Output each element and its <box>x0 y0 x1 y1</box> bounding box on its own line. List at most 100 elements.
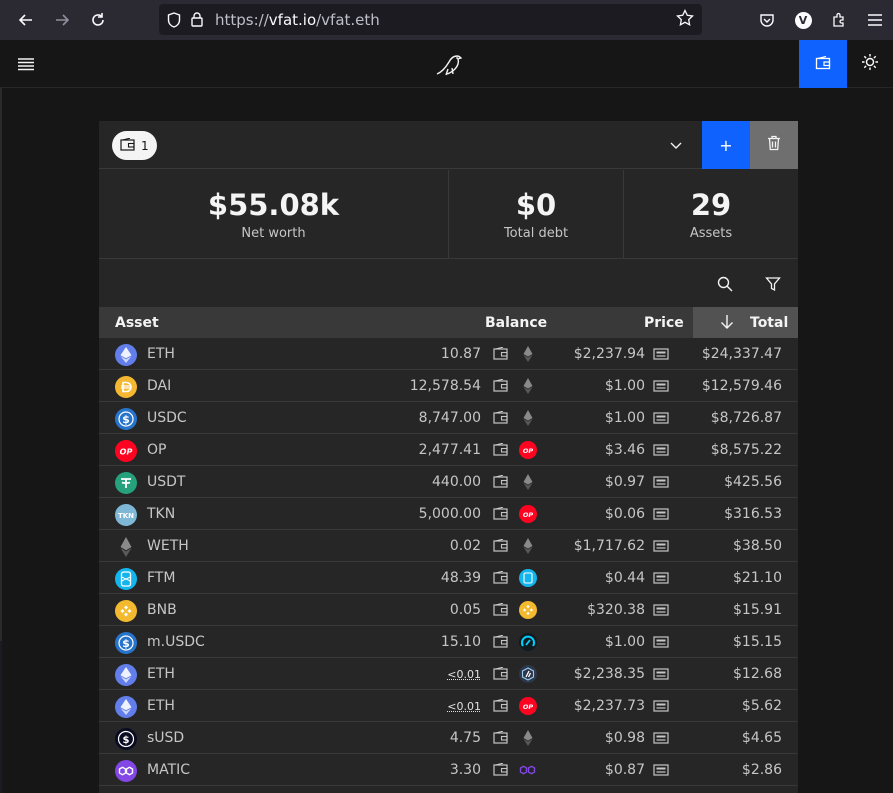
hamburger-menu-icon[interactable] <box>16 54 36 74</box>
wallet-icon <box>493 762 508 780</box>
arb-chain-icon <box>519 665 537 683</box>
asset-balance: 5,000.00 <box>418 506 481 522</box>
bookmark-star-icon[interactable] <box>676 8 694 31</box>
asset-total: $12,579.46 <box>701 378 782 394</box>
asset-symbol[interactable]: TKN <box>147 506 175 522</box>
asset-symbol[interactable]: DAI <box>147 378 171 394</box>
asset-balance[interactable]: <0.01 <box>447 700 481 713</box>
profile-avatar[interactable]: V <box>785 2 821 38</box>
table-header: Asset Balance Price Total <box>99 307 798 338</box>
table-row[interactable]: $ USDC 8,747.00 $1.00 $8,726.87 <box>99 402 798 434</box>
wallet-icon <box>493 730 508 748</box>
back-arrow-icon[interactable] <box>8 2 44 38</box>
eth-chain-icon <box>519 345 537 363</box>
asset-price: $3.46 <box>604 442 645 458</box>
asset-symbol[interactable]: ETH <box>147 346 175 362</box>
stat-assets: 29 Assets <box>624 170 798 258</box>
cash-icon <box>653 764 669 780</box>
assets-value: 29 <box>690 187 732 222</box>
wallet-panel-button[interactable] <box>799 40 847 88</box>
header-balance[interactable]: Balance <box>485 315 547 331</box>
table-row[interactable]: BNB 0.05 $320.38 $15.91 <box>99 594 798 626</box>
header-total-sorted[interactable]: Total <box>693 307 798 338</box>
left-edge <box>0 88 2 641</box>
svg-text:OP: OP <box>120 448 133 457</box>
header-total: Total <box>750 315 789 331</box>
filter-icon[interactable] <box>759 270 787 298</box>
wallet-chip[interactable]: 1 <box>112 131 157 160</box>
susd-token-icon: $ <box>115 728 137 750</box>
svg-text:OP: OP <box>523 447 534 454</box>
delete-wallet-button[interactable] <box>750 121 798 169</box>
asset-balance[interactable]: <0.01 <box>447 668 481 681</box>
url-domain: vfat.io <box>268 10 317 29</box>
tkn-token-icon: TKN <box>115 504 137 526</box>
table-row[interactable]: ETH 10.87 $2,237.94 $24,337.47 <box>99 338 798 370</box>
table-row[interactable]: $ m.USDC 15.10 $1.00 $15.15 <box>99 626 798 658</box>
asset-balance: 0.02 <box>449 538 481 554</box>
eth-chain-icon <box>519 537 537 555</box>
sun-icon <box>861 53 879 75</box>
asset-price: $0.97 <box>604 474 645 490</box>
app-header <box>0 40 893 88</box>
svg-text:$: $ <box>122 637 130 650</box>
theme-toggle-button[interactable] <box>847 40 893 88</box>
asset-symbol[interactable]: ETH <box>147 666 175 682</box>
profile-initial: V <box>794 11 812 29</box>
weth-token-icon <box>115 536 137 558</box>
url-bar[interactable]: https://vfat.io/vfat.eth <box>159 4 702 35</box>
extensions-icon[interactable] <box>821 2 857 38</box>
table-row[interactable]: WETH 0.02 $1,717.62 $38.50 <box>99 530 798 562</box>
lock-icon[interactable] <box>191 12 203 27</box>
table-row[interactable]: ETH <0.01 $2,238.35 $12.68 <box>99 658 798 690</box>
asset-balance: 2,477.41 <box>418 442 481 458</box>
url-scheme: https:// <box>215 10 269 29</box>
chevron-down-icon[interactable] <box>669 137 683 156</box>
asset-symbol[interactable]: WETH <box>147 538 189 554</box>
eth-token-icon <box>115 696 137 718</box>
table-row[interactable]: ETH <0.01 OP $2,237.73 $5.62 <box>99 690 798 722</box>
matic-token-icon <box>115 760 137 782</box>
browser-menu-icon[interactable] <box>857 2 893 38</box>
asset-symbol[interactable]: m.USDC <box>147 634 205 650</box>
header-asset[interactable]: Asset <box>115 315 159 331</box>
asset-symbol[interactable]: USDT <box>147 474 185 490</box>
reload-icon[interactable] <box>80 2 116 38</box>
asset-symbol[interactable]: sUSD <box>147 730 184 746</box>
metis-chain-icon <box>519 633 537 651</box>
asset-symbol[interactable]: ETH <box>147 698 175 714</box>
add-wallet-button[interactable]: + <box>702 121 750 169</box>
table-row[interactable]: FTM 48.39 $0.44 $21.10 <box>99 562 798 594</box>
svg-text:$: $ <box>122 413 130 426</box>
table-row[interactable]: OP OP 2,477.41 OP $3.46 $8,575.22 <box>99 434 798 466</box>
asset-price: $0.06 <box>604 506 645 522</box>
svg-text:TKN: TKN <box>118 512 134 520</box>
asset-symbol[interactable]: FTM <box>147 570 175 586</box>
pocket-icon[interactable] <box>749 2 785 38</box>
asset-symbol[interactable]: USDC <box>147 410 187 426</box>
eth-token-icon <box>115 664 137 686</box>
table-row[interactable]: USDT 440.00 $0.97 $425.56 <box>99 466 798 498</box>
bnb-chain-icon <box>519 601 537 619</box>
net-worth-value: $55.08k <box>207 187 340 222</box>
table-row[interactable]: $ sUSD 4.75 $0.98 $4.65 <box>99 722 798 754</box>
svg-text:OP: OP <box>523 511 534 518</box>
matic-chain-icon <box>519 761 537 779</box>
asset-symbol[interactable]: OP <box>147 442 166 458</box>
table-row[interactable]: DAI 12,578.54 $1.00 $12,579.46 <box>99 370 798 402</box>
asset-total: $15.91 <box>733 602 782 618</box>
asset-symbol[interactable]: MATIC <box>147 762 190 778</box>
asset-symbol[interactable]: BNB <box>147 602 177 618</box>
table-row[interactable]: TKN TKN 5,000.00 OP $0.06 $316.53 <box>99 498 798 530</box>
asset-price: $2,237.94 <box>573 346 645 362</box>
asset-price: $0.44 <box>604 570 645 586</box>
search-icon[interactable] <box>711 270 739 298</box>
cash-icon <box>653 636 669 652</box>
table-toolbar <box>99 260 798 307</box>
bird-logo-icon[interactable] <box>434 49 464 79</box>
table-row[interactable]: MATIC 3.30 $0.87 $2.86 <box>99 754 798 786</box>
shield-icon[interactable] <box>167 11 181 28</box>
ftm-chain-icon <box>519 569 537 587</box>
forward-arrow-icon[interactable] <box>44 2 80 38</box>
header-price[interactable]: Price <box>644 315 684 331</box>
